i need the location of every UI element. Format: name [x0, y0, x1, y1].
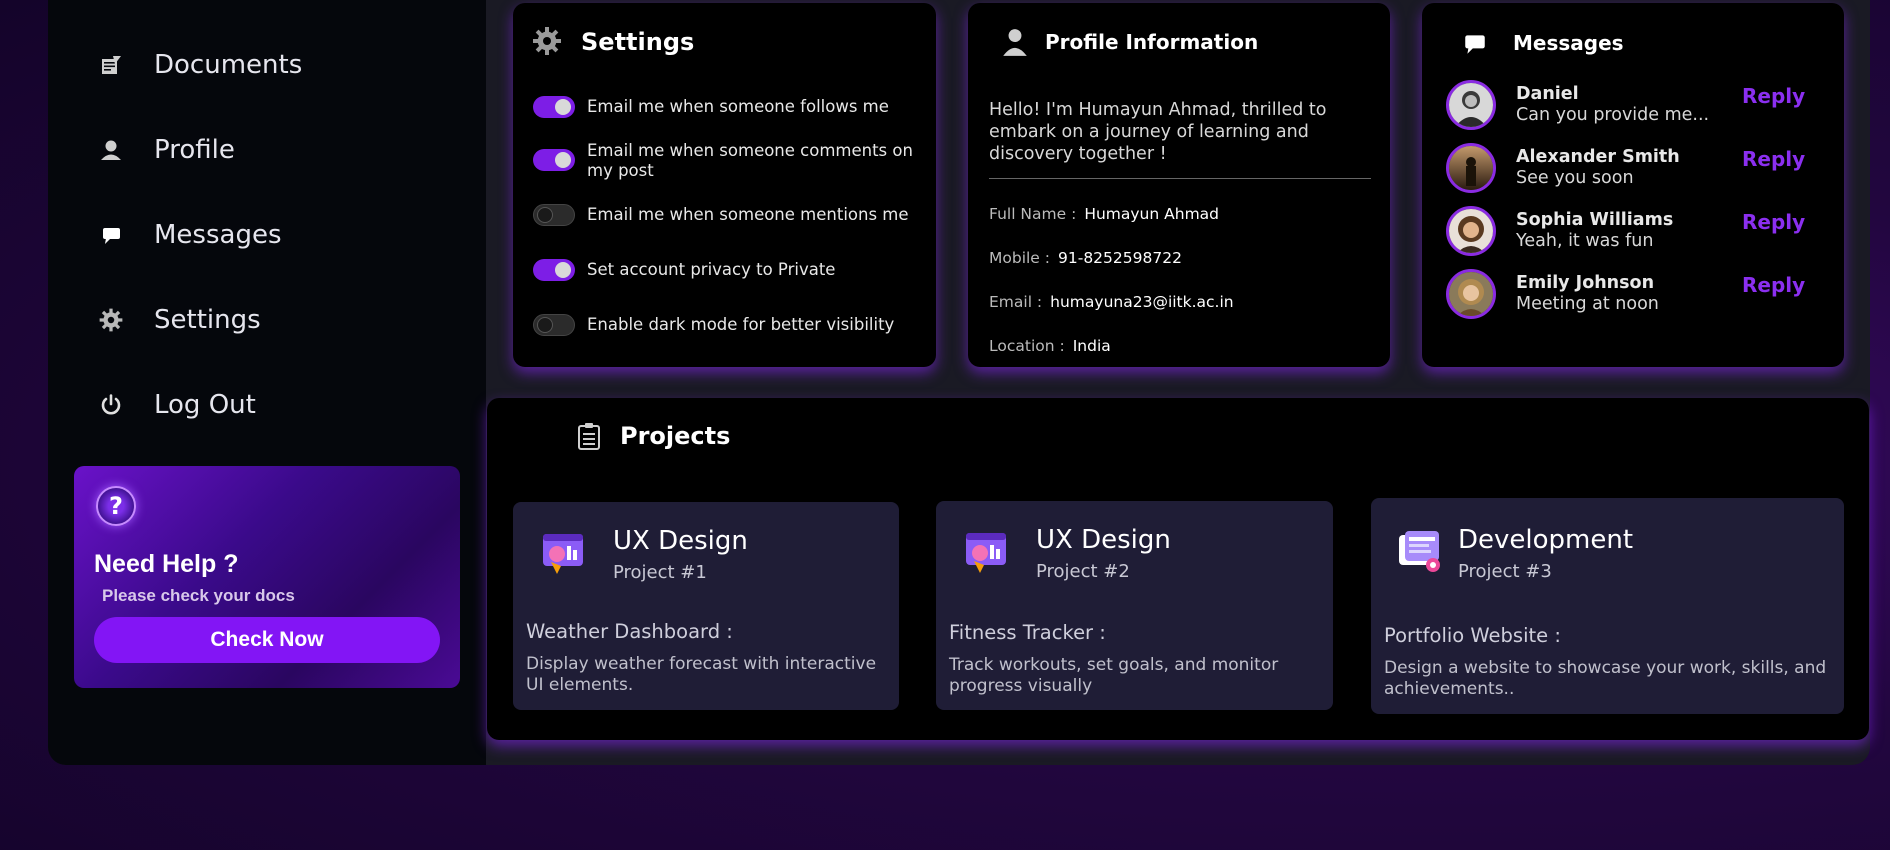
message-sender: Daniel	[1516, 84, 1579, 104]
project-name: UX Design	[1036, 525, 1171, 555]
sidebar-item-label: Documents	[154, 50, 303, 80]
settings-card: Settings Email me when someone follows m…	[513, 3, 936, 367]
message-preview: Yeah, it was fun	[1516, 231, 1654, 251]
clipboard-icon	[577, 422, 601, 454]
profile-title: Profile Information	[1045, 30, 1259, 54]
toggle-privacy[interactable]	[533, 259, 575, 281]
message-sender: Alexander Smith	[1516, 147, 1680, 167]
check-now-button[interactable]: Check Now	[94, 617, 440, 663]
projects-panel: Projects UX Design Project #1 Weather Da…	[487, 398, 1869, 740]
profile-divider	[989, 178, 1371, 179]
project-subtitle: Portfolio Website :	[1384, 624, 1561, 647]
project-description: Design a website to showcase your work, …	[1384, 658, 1827, 699]
project-subtitle: Weather Dashboard :	[526, 620, 733, 643]
user-icon	[1002, 27, 1028, 61]
toggle-mentions[interactable]	[533, 204, 575, 226]
toggle-label: Email me when someone comments on my pos…	[587, 141, 913, 180]
ux-design-icon	[537, 526, 589, 578]
profile-field-mobile: Mobile :91-8252598722	[989, 249, 1182, 267]
sidebar: Documents Profile Messages Settings Log …	[48, 0, 486, 765]
project-card[interactable]: Development Project #3 Portfolio Website…	[1371, 498, 1844, 714]
chat-icon	[1462, 31, 1488, 61]
toggle-label: Set account privacy to Private	[587, 260, 836, 279]
toggle-comments[interactable]	[533, 149, 575, 171]
project-card[interactable]: UX Design Project #1 Weather Dashboard :…	[513, 502, 899, 710]
sidebar-item-logout[interactable]: Log Out	[96, 385, 256, 425]
toggle-label: Email me when someone follows me	[587, 97, 889, 116]
project-card[interactable]: UX Design Project #2 Fitness Tracker : T…	[936, 501, 1333, 710]
profile-field-location: Location : India	[989, 337, 1111, 355]
settings-title: Settings	[581, 28, 695, 56]
sidebar-item-label: Settings	[154, 305, 261, 335]
project-number: Project #3	[1458, 561, 1552, 582]
reply-button[interactable]: Reply	[1742, 147, 1805, 171]
sidebar-item-label: Profile	[154, 135, 235, 165]
avatar	[1446, 269, 1496, 319]
sidebar-item-settings[interactable]: Settings	[96, 300, 261, 340]
profile-field-name: Full Name : Humayun Ahmad	[989, 205, 1219, 223]
message-item[interactable]: Daniel Can you provide me... Reply	[1446, 80, 1826, 132]
documents-icon	[96, 50, 126, 80]
development-icon	[1395, 525, 1447, 577]
project-number: Project #2	[1036, 561, 1130, 582]
toggle-dark-mode[interactable]	[533, 314, 575, 336]
messages-card: Messages Daniel Can you provide me... Re…	[1422, 3, 1844, 367]
sidebar-item-label: Log Out	[154, 390, 256, 420]
messages-icon	[96, 220, 126, 250]
message-preview: See you soon	[1516, 168, 1634, 188]
project-subtitle: Fitness Tracker :	[949, 621, 1106, 644]
ux-design-icon	[960, 525, 1012, 577]
message-item[interactable]: Sophia Williams Yeah, it was fun Reply	[1446, 206, 1826, 258]
help-card: ? Need Help ? Please check your docs Che…	[74, 466, 460, 688]
project-description: Display weather forecast with interactiv…	[526, 654, 877, 695]
avatar	[1446, 80, 1496, 130]
sidebar-item-messages[interactable]: Messages	[96, 215, 282, 255]
sidebar-item-profile[interactable]: Profile	[96, 130, 235, 170]
profile-bio: Hello! I'm Humayun Ahmad, thrilled to em…	[989, 100, 1327, 164]
message-item[interactable]: Alexander Smith See you soon Reply	[1446, 143, 1826, 195]
sidebar-item-documents[interactable]: Documents	[96, 45, 302, 85]
question-icon: ?	[96, 486, 136, 526]
help-title: Need Help ?	[94, 550, 239, 578]
projects-title: Projects	[620, 422, 731, 450]
profile-icon	[96, 135, 126, 165]
sidebar-item-label: Messages	[154, 220, 282, 250]
reply-button[interactable]: Reply	[1742, 273, 1805, 297]
reply-button[interactable]: Reply	[1742, 84, 1805, 108]
avatar	[1446, 206, 1496, 256]
settings-icon	[96, 305, 126, 335]
profile-card: Profile Information Hello! I'm Humayun A…	[968, 3, 1390, 367]
help-subtitle: Please check your docs	[102, 586, 295, 605]
project-name: UX Design	[613, 526, 748, 556]
message-sender: Emily Johnson	[1516, 273, 1655, 293]
message-sender: Sophia Williams	[1516, 210, 1674, 230]
message-item[interactable]: Emily Johnson Meeting at noon Reply	[1446, 269, 1826, 321]
power-icon	[96, 390, 126, 420]
reply-button[interactable]: Reply	[1742, 210, 1805, 234]
profile-field-email: Email : humayuna23@iitk.ac.in	[989, 293, 1234, 311]
messages-title: Messages	[1513, 31, 1624, 55]
avatar	[1446, 143, 1496, 193]
message-preview: Can you provide me...	[1516, 105, 1710, 125]
message-preview: Meeting at noon	[1516, 294, 1659, 314]
project-name: Development	[1458, 525, 1634, 555]
project-number: Project #1	[613, 562, 707, 583]
gear-icon	[531, 25, 563, 61]
toggle-label: Enable dark mode for better visibility	[587, 315, 895, 334]
project-description: Track workouts, set goals, and monitor p…	[949, 655, 1279, 696]
toggle-follows[interactable]	[533, 96, 575, 118]
toggle-label: Email me when someone mentions me	[587, 205, 909, 224]
